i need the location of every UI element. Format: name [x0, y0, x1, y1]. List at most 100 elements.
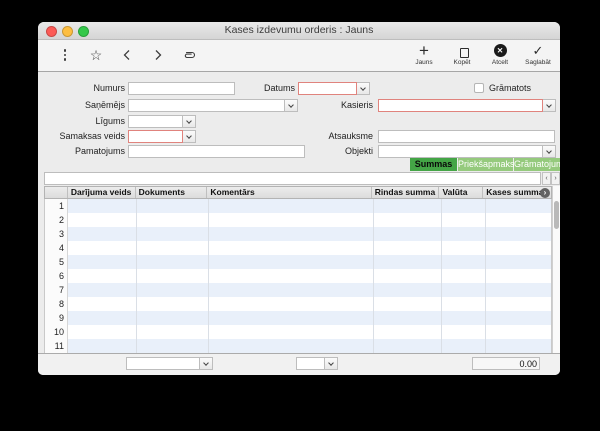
table-row[interactable]: 6: [45, 269, 551, 283]
chevron-down-icon: [186, 118, 192, 124]
sanemejs-input[interactable]: [128, 99, 285, 112]
cancel-button[interactable]: ✕ Atcelt: [484, 43, 516, 66]
chevron-down-icon: [203, 360, 209, 366]
datums-dropdown-button[interactable]: [357, 82, 370, 95]
minimize-window-button[interactable]: [62, 26, 73, 37]
column-header-komentars[interactable]: Komentārs: [207, 187, 371, 198]
kasieris-label: Kasieris: [293, 99, 373, 112]
back-icon[interactable]: [120, 48, 134, 62]
column-divider: [373, 199, 374, 353]
kasieris-dropdown-button[interactable]: [543, 99, 556, 112]
chevron-down-icon: [546, 102, 552, 108]
forward-icon[interactable]: [151, 48, 165, 62]
row-number: 3: [45, 227, 68, 241]
objekti-input[interactable]: [378, 145, 543, 158]
paste-special-input[interactable]: [44, 172, 541, 185]
samaksas-veids-dropdown-button[interactable]: [183, 130, 196, 143]
column-divider: [208, 199, 209, 353]
column-divider: [485, 199, 486, 353]
ligums-label: Līgums: [45, 115, 125, 128]
ligums-input[interactable]: [128, 115, 183, 128]
row-number: 6: [45, 269, 68, 283]
column-divider: [136, 199, 137, 353]
attachment-icon[interactable]: [182, 48, 196, 62]
table-body: 1 2 3 4 5 6 7 8 9 10 11: [44, 199, 552, 353]
table-row[interactable]: 10: [45, 325, 551, 339]
scroll-left-button[interactable]: ‹: [542, 172, 551, 185]
column-header-dokuments[interactable]: Dokuments: [136, 187, 208, 198]
scrollbar-thumb[interactable]: [554, 201, 559, 229]
table-row[interactable]: 1: [45, 199, 551, 213]
star-icon[interactable]: ☆: [89, 48, 103, 62]
column-header-rindas-summa[interactable]: Rindas summa: [372, 187, 440, 198]
column-header-valuta[interactable]: Valūta: [439, 187, 483, 198]
row-number-column-header: [45, 187, 68, 198]
copy-button[interactable]: Kopēt: [446, 43, 478, 66]
gramatots-checkbox[interactable]: [474, 83, 484, 93]
table-header: Darījuma veids Dokuments Komentārs Rinda…: [44, 186, 552, 199]
row-number: 5: [45, 255, 68, 269]
new-button[interactable]: + Jauns: [408, 43, 440, 66]
darijumu-veidi-dropdown-button[interactable]: [200, 357, 213, 370]
plus-icon: +: [419, 44, 429, 58]
close-window-button[interactable]: [46, 26, 57, 37]
chevron-down-icon: [186, 133, 192, 139]
atsauksme-label: Atsauksme: [293, 130, 373, 143]
kebab-menu-icon[interactable]: [58, 48, 72, 62]
table-row[interactable]: 7: [45, 283, 551, 297]
footer-valuta-input[interactable]: [296, 357, 325, 370]
datums-input[interactable]: [298, 82, 357, 95]
row-number: 10: [45, 325, 68, 339]
chevron-down-icon: [328, 360, 334, 366]
numurs-label: Numurs: [45, 82, 125, 95]
scroll-right-button[interactable]: ›: [551, 172, 560, 185]
row-number: 9: [45, 311, 68, 325]
copy-button-label: Kopēt: [454, 59, 471, 66]
footer-valuta-dropdown-button[interactable]: [325, 357, 338, 370]
tab-gramatojums[interactable]: Grāmatojums: [514, 158, 560, 171]
desktop-background: Kases izdevumu orderis : Jauns ☆ + Jauns: [0, 0, 600, 431]
column-divider: [441, 199, 442, 353]
new-button-label: Jauns: [415, 59, 432, 66]
chevron-down-icon: [360, 85, 366, 91]
table-row[interactable]: 11: [45, 339, 551, 353]
kasieris-input[interactable]: [378, 99, 543, 112]
table-row[interactable]: 9: [45, 311, 551, 325]
samaksas-veids-label: Samaksas veids: [45, 130, 125, 143]
row-number: 4: [45, 241, 68, 255]
table-row[interactable]: 3: [45, 227, 551, 241]
zoom-window-button[interactable]: [78, 26, 89, 37]
pamatojums-label: Pamatojums: [45, 145, 125, 158]
header-chevron-icon[interactable]: ›: [540, 188, 550, 198]
chevron-down-icon: [546, 148, 552, 154]
save-button[interactable]: ✓ Saglabāt: [522, 43, 554, 66]
cancel-x-icon: ✕: [494, 44, 507, 57]
tab-prieksapmaksi[interactable]: Priekšapmaksi: [458, 158, 513, 171]
toolbar: ☆ + Jauns Kopēt ✕: [38, 40, 560, 72]
objekti-dropdown-button[interactable]: [543, 145, 556, 158]
objekti-label: Objekti: [293, 145, 373, 158]
datums-label: Datums: [215, 82, 295, 95]
atsauksme-input[interactable]: [378, 130, 555, 143]
vertical-scrollbar[interactable]: [552, 186, 560, 353]
checkmark-icon: ✓: [533, 44, 544, 58]
row-number: 11: [45, 339, 68, 353]
gramatots-label: Grāmatots: [489, 82, 531, 94]
row-number: 7: [45, 283, 68, 297]
column-header-darijuma-veids[interactable]: Darījuma veids: [68, 187, 136, 198]
ligums-dropdown-button[interactable]: [183, 115, 196, 128]
cancel-button-label: Atcelt: [492, 59, 508, 66]
copy-icon: [460, 48, 469, 58]
darijumu-veidi-input[interactable]: [126, 357, 200, 370]
pamatojums-input[interactable]: [128, 145, 305, 158]
table-row[interactable]: 2: [45, 213, 551, 227]
row-number: 2: [45, 213, 68, 227]
table-row[interactable]: 4: [45, 241, 551, 255]
table-row[interactable]: 8: [45, 297, 551, 311]
table-row[interactable]: 5: [45, 255, 551, 269]
summa-total-field: [472, 357, 540, 370]
tab-summas[interactable]: Summas: [410, 158, 457, 171]
samaksas-veids-input[interactable]: [128, 130, 183, 143]
sanemejs-label: Saņēmējs: [45, 99, 125, 112]
title-bar[interactable]: Kases izdevumu orderis : Jauns: [38, 22, 560, 40]
